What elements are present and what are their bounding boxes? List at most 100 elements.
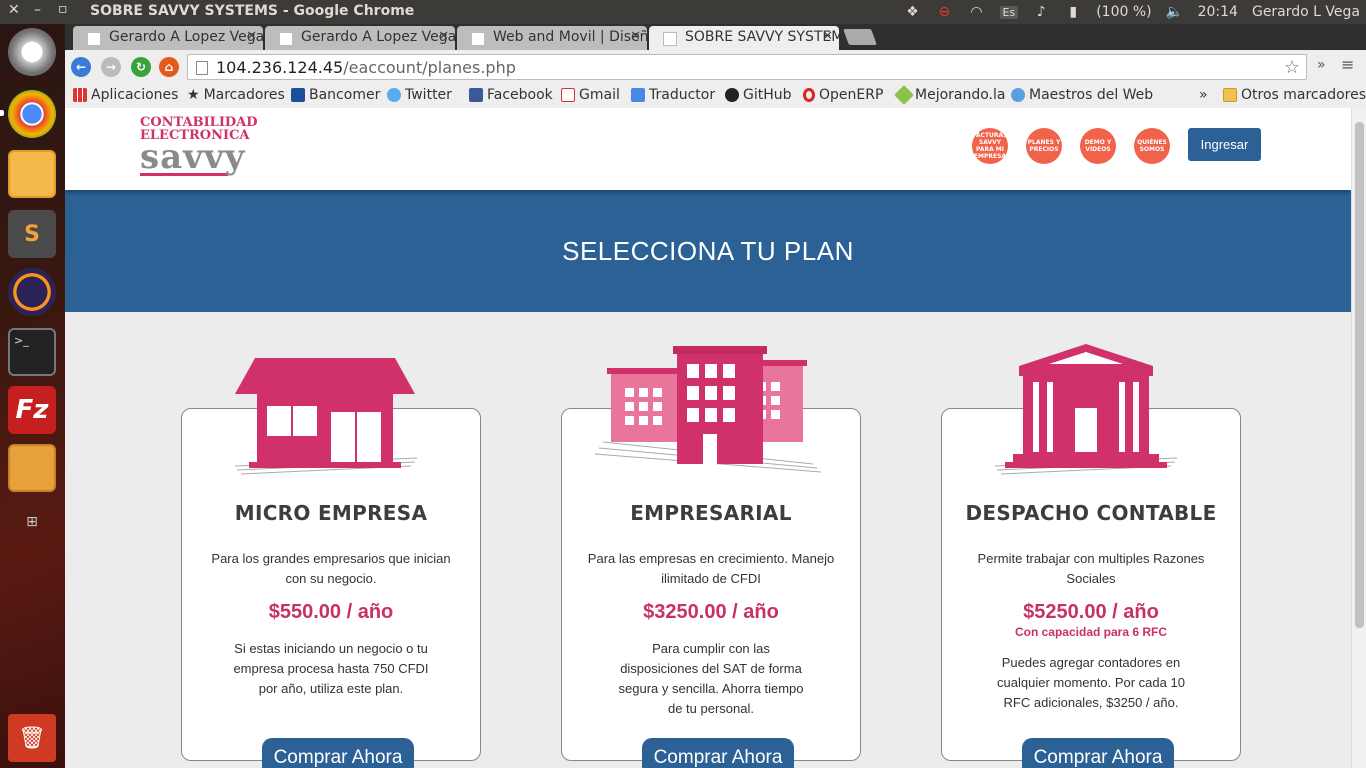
bookmark-label: Facebook (487, 87, 553, 103)
trash-icon[interactable]: 🗑 (8, 714, 56, 762)
ubuntu-dash-icon[interactable] (8, 28, 56, 76)
nav-label: FACTURAS SAVVY PARA MI EMPRESA (972, 132, 1008, 160)
scrollbar-thumb[interactable] (1355, 122, 1364, 628)
workspace-folder-icon[interactable] (8, 444, 56, 492)
buy-now-button-micro[interactable]: Comprar Ahora (262, 738, 414, 768)
forward-button[interactable]: → (101, 57, 121, 77)
system-top-panel: ✕ – ▫ SOBRE SAVVY SYSTEMS - Google Chrom… (0, 0, 1366, 24)
chrome-menu-icon[interactable]: ≡ (1341, 55, 1354, 74)
bookmark-gmail[interactable]: Gmail (561, 87, 620, 103)
bookmark-facebook[interactable]: Facebook (469, 87, 553, 103)
nav-facturas[interactable]: FACTURAS SAVVY PARA MI EMPRESA (972, 128, 1008, 164)
bookmark-github[interactable]: GitHub (725, 87, 792, 103)
page-title: SELECCIONA TU PLAN (562, 236, 854, 266)
star-icon: ★ (187, 87, 200, 103)
close-window-icon[interactable]: ✕ (8, 2, 20, 18)
tab-2[interactable]: Gerardo A Lopez Vega ✕ (265, 26, 455, 50)
workspace-switcher-icon[interactable]: ⊞ (8, 502, 56, 542)
bookmark-label: OpenERP (819, 87, 884, 103)
plan-description: Para los grandes empresarios que inician… (211, 551, 451, 586)
plan-description: Para las empresas en crecimiento. Manejo… (587, 551, 835, 586)
tab-label: Web and Movil | Diseñ (493, 29, 647, 45)
bookmark-apps[interactable]: Aplicaciones (73, 87, 178, 103)
page-favicon-icon (87, 32, 101, 46)
close-tab-icon[interactable]: ✕ (246, 29, 257, 44)
close-tab-icon[interactable]: ✕ (630, 29, 641, 44)
bookmark-label: Otros marcadores (1241, 87, 1366, 103)
bookmark-maestros[interactable]: Maestros del Web (1011, 87, 1153, 103)
wifi-icon[interactable]: ◠ (968, 3, 986, 21)
page-info-icon[interactable] (196, 61, 208, 75)
bookmarks-overflow[interactable]: » (1199, 87, 1208, 103)
battery-percent: (100 %) (1096, 4, 1152, 20)
bookmark-openerp[interactable]: OpenERP (803, 87, 883, 103)
tab-4-active[interactable]: SOBRE SAVVY SYSTEM ✕ (649, 26, 839, 50)
new-tab-button[interactable] (843, 29, 877, 45)
tab-3[interactable]: Web and Movil | Diseñ ✕ (457, 26, 647, 50)
site-header: CONTABILIDAD ELECTRONICA savvy FACTURAS … (65, 108, 1351, 190)
minimize-window-icon[interactable]: – (34, 2, 41, 18)
plan-capacity: Con capacidad para 6 RFC (1014, 625, 1168, 639)
page-favicon-icon (471, 32, 485, 46)
enterprise-office-building-icon (594, 346, 822, 473)
bookmark-bancomer[interactable]: Bancomer (291, 87, 380, 103)
tab-strip: Gerardo A Lopez Vega ✕ Gerardo A Lopez V… (65, 24, 1366, 50)
bookmark-label: GitHub (743, 87, 792, 103)
plan-name: EMPRESARIAL (630, 501, 792, 525)
system-tray: ❖ ⊖ ◠ Es ♪ ▮ (100 %) 🔈 20:14 Gerardo L V… (904, 3, 1360, 21)
keyboard-layout-indicator[interactable]: Es (999, 5, 1019, 19)
address-bar[interactable]: 104.236.124.45/eaccount/planes.php ☆ (187, 54, 1307, 80)
bookmark-marcadores[interactable]: ★ Marcadores (187, 87, 285, 103)
volume-icon[interactable]: 🔈 (1166, 3, 1184, 21)
eclipse-icon[interactable] (8, 268, 56, 316)
terminal-icon[interactable]: >_ (8, 328, 56, 376)
maximize-window-icon[interactable]: ▫ (58, 1, 68, 17)
bookmark-label: Gmail (579, 87, 620, 103)
tab-1[interactable]: Gerardo A Lopez Vega ✕ (73, 26, 263, 50)
close-tab-icon[interactable]: ✕ (822, 29, 833, 44)
sublime-text-icon[interactable]: S (8, 210, 56, 258)
plan-note: Puedes agregar contadores en cualquier m… (997, 655, 1185, 710)
files-icon[interactable] (8, 150, 56, 198)
buy-now-button-despacho[interactable]: Comprar Ahora (1022, 738, 1174, 768)
bookmark-twitter[interactable]: Twitter (387, 87, 452, 103)
small-business-building-icon (234, 358, 418, 475)
dropbox-icon[interactable]: ❖ (904, 3, 922, 21)
notification-bell-icon[interactable]: ♪ (1032, 3, 1050, 21)
bookmark-otros[interactable]: Otros marcadores (1223, 87, 1366, 103)
login-button[interactable]: Ingresar (1188, 128, 1261, 161)
plan-price: $3250.00 / año (643, 601, 779, 623)
chrome-icon[interactable] (8, 90, 56, 138)
page-favicon-icon (279, 32, 293, 46)
plan-description: Permite trabajar con multiples Razones S… (977, 551, 1205, 586)
plan-price: $550.00 / año (268, 601, 394, 623)
bookmark-mejorando[interactable]: Mejorando.la (894, 85, 1005, 105)
nav-planes[interactable]: PLANES Y PRECIOS (1026, 128, 1062, 164)
reload-button[interactable]: ↻ (131, 57, 151, 77)
site-logo[interactable]: CONTABILIDAD ELECTRONICA savvy (140, 116, 260, 178)
filezilla-icon[interactable]: Fz (8, 386, 56, 434)
bookmark-traductor[interactable]: Traductor (631, 87, 715, 103)
extensions-overflow-icon[interactable]: » (1317, 57, 1326, 73)
gmail-icon (561, 88, 575, 102)
nav-quienes[interactable]: QUIÉNES SOMOS (1134, 128, 1170, 164)
home-button[interactable]: ⌂ (159, 57, 179, 77)
battery-icon[interactable]: ▮ (1064, 3, 1082, 21)
back-button[interactable]: ← (71, 57, 91, 77)
nav-label: PLANES Y PRECIOS (1027, 139, 1061, 153)
plan-name: DESPACHO CONTABLE (965, 501, 1217, 525)
bookmark-label: Twitter (405, 87, 452, 103)
page-viewport: CONTABILIDAD ELECTRONICA savvy FACTURAS … (65, 108, 1351, 768)
facebook-icon (469, 88, 483, 102)
buy-now-button-empresarial[interactable]: Comprar Ahora (642, 738, 794, 768)
close-tab-icon[interactable]: ✕ (438, 29, 449, 44)
chevron-more-icon: » (1199, 87, 1208, 103)
clock[interactable]: 20:14 (1198, 4, 1238, 20)
page-scrollbar[interactable] (1351, 108, 1366, 768)
nav-demo[interactable]: DEMO Y VIDEOS (1080, 128, 1116, 164)
bookmark-star-icon[interactable]: ☆ (1284, 57, 1300, 78)
page-favicon-icon (663, 32, 677, 46)
maestros-icon (1011, 88, 1025, 102)
user-menu[interactable]: Gerardo L Vega (1252, 4, 1360, 20)
blocked-icon[interactable]: ⊖ (936, 3, 954, 21)
